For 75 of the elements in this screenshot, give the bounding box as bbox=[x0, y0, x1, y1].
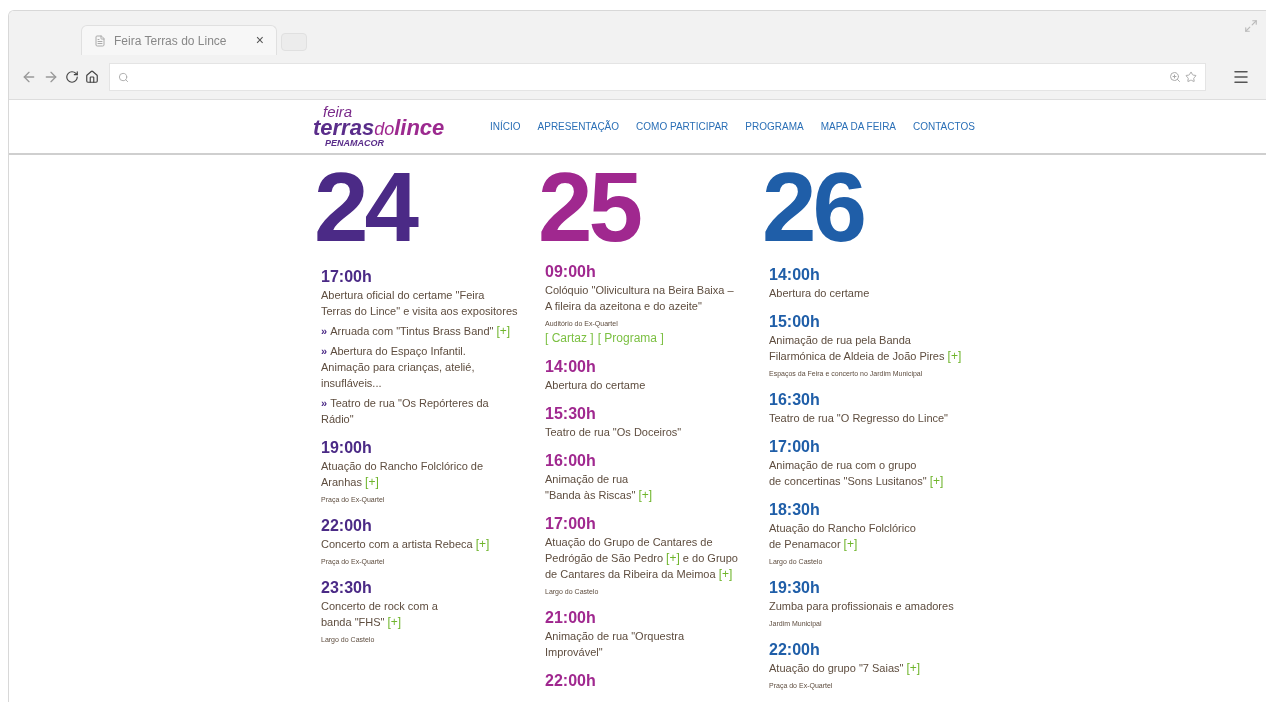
more-link[interactable]: [+] bbox=[496, 324, 511, 338]
event-description: Teatro de rua "Os Doceiros" bbox=[545, 425, 683, 440]
site-logo[interactable]: feira terrasdolince PENAMACOR bbox=[313, 105, 463, 148]
event-item: » Abertura do Espaço Infantil. Animação para crianças, atelié, insufláveis... bbox=[321, 344, 476, 391]
close-tab-button[interactable]: × bbox=[255, 30, 264, 51]
more-link[interactable]: [+] bbox=[475, 537, 490, 551]
event-description: Atuação do Rancho Folclórico de Penamacor [+] bbox=[769, 521, 917, 552]
more-link[interactable]: [+] bbox=[718, 567, 733, 581]
event-description: Atuação do grupo "7 Saias" [+] bbox=[769, 660, 922, 676]
more-link[interactable]: [+] bbox=[906, 661, 921, 675]
event-description: Teatro de rua "O Regresso do Lince" bbox=[769, 411, 950, 426]
browser-tab[interactable]: Feira Terras do Lince × bbox=[81, 25, 277, 55]
event-time: 19:00h bbox=[321, 438, 373, 458]
event-description: Zumba para profissionais e amadores bbox=[769, 599, 955, 614]
event-item: » Teatro de rua "Os Repórteres da Rádio" bbox=[321, 396, 490, 427]
event-time: 16:30h bbox=[769, 390, 821, 410]
event-time: 09:00h bbox=[545, 262, 597, 282]
event-description: Animação de rua com o grupo de concertinas "Sons Lusitanos" [+] bbox=[769, 458, 945, 489]
expand-icon[interactable] bbox=[1244, 19, 1258, 33]
nav-link[interactable]: COMO PARTICIPAR bbox=[636, 119, 729, 134]
nav-link[interactable]: CONTACTOS bbox=[913, 119, 975, 134]
day-number: 25 bbox=[537, 155, 641, 260]
event-time: 14:00h bbox=[545, 357, 597, 377]
nav-link[interactable]: MAPA DA FEIRA bbox=[820, 119, 897, 134]
event-description: Abertura do certame bbox=[545, 378, 647, 393]
event-time: 23:30h bbox=[321, 578, 373, 598]
document-icon bbox=[94, 34, 106, 47]
event-time: 15:00h bbox=[769, 312, 821, 332]
event-description: Animação de rua pela Banda Filarmónica de Aldeia de João Pires [+] bbox=[769, 333, 963, 364]
more-link[interactable]: [+] bbox=[929, 474, 944, 488]
event-time: 17:00h bbox=[545, 514, 597, 534]
search-icon bbox=[118, 71, 129, 83]
document-link[interactable]: [ Cartaz ] bbox=[545, 331, 594, 346]
event-time: 18:30h bbox=[769, 500, 821, 520]
event-time: 22:00h bbox=[769, 640, 821, 660]
zoom-icon[interactable] bbox=[1169, 71, 1181, 83]
event-description: Atuação do Rancho Folclórico de Aranhas [+] bbox=[321, 459, 485, 490]
address-bar[interactable] bbox=[109, 63, 1206, 91]
event-description: Concerto de rock com a banda "FHS" [+] bbox=[321, 599, 439, 630]
more-link[interactable]: [+] bbox=[843, 537, 858, 551]
menu-icon[interactable] bbox=[1232, 68, 1250, 86]
more-link[interactable]: [+] bbox=[666, 551, 680, 565]
nav-link[interactable]: INÍCIO bbox=[490, 119, 521, 134]
event-time: 21:00h bbox=[545, 608, 597, 628]
more-link[interactable]: [+] bbox=[947, 349, 962, 363]
event-item: » Arruada com "Tintus Brass Band" [+] bbox=[321, 323, 512, 339]
nav-link[interactable]: PROGRAMA bbox=[745, 119, 804, 134]
tab-title: Feira Terras do Lince bbox=[114, 32, 228, 50]
event-description: Animação de rua "Banda às Riscas" [+] bbox=[545, 472, 654, 503]
event-time: 16:00h bbox=[545, 451, 597, 471]
more-link[interactable]: [+] bbox=[365, 475, 379, 489]
event-description: Abertura oficial do certame "Feira Terras do Lince" e visita aos expositores bbox=[321, 288, 519, 319]
nav-link[interactable]: APRESENTAÇÃO bbox=[537, 119, 620, 134]
event-time: 19:30h bbox=[769, 578, 821, 598]
event-description: Abertura do certame bbox=[769, 286, 871, 301]
more-link[interactable]: [+] bbox=[638, 488, 653, 502]
event-time: 22:00h bbox=[321, 516, 373, 536]
event-description: Animação de rua "Orquestra Improvável" bbox=[545, 629, 686, 660]
reload-icon[interactable] bbox=[65, 70, 79, 84]
day-number: 26 bbox=[761, 155, 865, 263]
home-icon[interactable] bbox=[85, 70, 99, 84]
event-time: 22:00h bbox=[545, 671, 597, 691]
day-number: 24 bbox=[313, 155, 418, 264]
event-time: 15:30h bbox=[545, 404, 597, 424]
document-link[interactable]: [ Programa ] bbox=[597, 331, 664, 346]
more-link[interactable]: [+] bbox=[387, 615, 402, 629]
event-description: Concerto com a artista Rebeca [+] bbox=[321, 536, 491, 552]
forward-icon[interactable] bbox=[43, 69, 59, 85]
event-description: Colóquio "Olivicultura na Beira Baixa – A fileira da azeitona e do azeite" bbox=[545, 283, 735, 314]
event-time: 17:00h bbox=[769, 437, 821, 457]
back-icon[interactable] bbox=[21, 69, 37, 85]
event-description: Atuação do Grupo de Cantares de Pedrógão de São Pedro [+] e do Grupo de Cantares da Ribeira da Meimoa [+] bbox=[545, 535, 739, 582]
bookmark-star-icon[interactable] bbox=[1185, 71, 1197, 83]
event-time: 14:00h bbox=[769, 265, 821, 285]
event-time: 17:00h bbox=[321, 267, 373, 287]
